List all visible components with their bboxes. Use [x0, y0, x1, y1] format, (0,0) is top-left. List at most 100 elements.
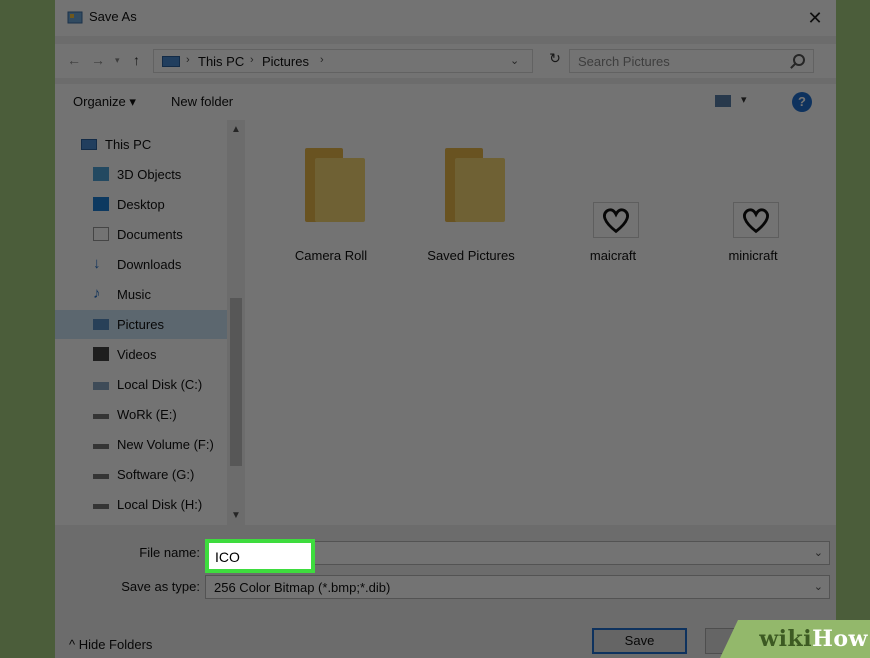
pictures-icon	[93, 319, 109, 330]
chevron-down-icon[interactable]: ▼	[227, 510, 245, 521]
refresh-icon[interactable]: ↻	[543, 50, 567, 72]
file-name-value[interactable]: ICO	[215, 549, 240, 565]
nav-item-new-volume-f[interactable]: New Volume (F:)	[55, 430, 227, 459]
nav-item-pictures[interactable]: Pictures	[55, 310, 227, 339]
desktop-icon	[93, 197, 109, 211]
nav-label: 3D Objects	[117, 167, 182, 182]
navigation-pane: This PC 3D Objects Desktop Documents ↓ D…	[55, 120, 245, 525]
chevron-down-icon[interactable]: ▾	[741, 93, 747, 106]
chevron-down-icon[interactable]: ⌄	[510, 54, 519, 67]
save-as-dialog: Save As ✕ ← → ▾ ↑ › This PC › Pictures ›…	[55, 0, 836, 658]
view-icon[interactable]	[715, 95, 731, 107]
nav-label: Documents	[117, 227, 183, 242]
chevron-down-icon[interactable]: ⌄	[814, 580, 823, 593]
wikihow-watermark: wikiHow	[700, 620, 870, 658]
drive-icon	[93, 474, 109, 479]
file-item-minicraft[interactable]: minicraft	[683, 130, 823, 270]
file-label: maicraft	[589, 248, 637, 263]
nav-item-documents[interactable]: Documents	[55, 220, 227, 249]
nav-label: Music	[117, 287, 151, 302]
file-item-saved-pictures[interactable]: Saved Pictures	[401, 130, 541, 270]
crumb-separator-icon: ›	[320, 54, 324, 66]
pc-icon	[162, 56, 180, 67]
save-button[interactable]: Save	[592, 628, 687, 654]
nav-item-desktop[interactable]: Desktop	[55, 190, 227, 219]
music-icon: ♪	[93, 285, 101, 302]
up-arrow-icon[interactable]: ↑	[133, 52, 140, 68]
file-label: Saved Pictures	[427, 248, 515, 263]
drive-icon	[93, 444, 109, 449]
nav-label: Pictures	[117, 317, 164, 332]
computer-icon	[81, 139, 97, 150]
download-icon: ↓	[93, 255, 101, 272]
file-label: minicraft	[728, 248, 778, 263]
save-type-label: Save as type:	[121, 579, 200, 594]
breadcrumb-this-pc[interactable]: This PC	[198, 54, 244, 69]
nav-item-3d-objects[interactable]: 3D Objects	[55, 160, 227, 189]
breadcrumb-pictures[interactable]: Pictures	[262, 54, 309, 69]
save-type-select[interactable]: 256 Color Bitmap (*.bmp;*.dib) ⌄	[205, 575, 830, 599]
video-icon	[93, 347, 109, 361]
nav-item-downloads[interactable]: ↓ Downloads	[55, 250, 227, 279]
nav-label: Downloads	[117, 257, 182, 272]
title-bar: Save As ✕	[55, 0, 836, 36]
nav-item-this-pc[interactable]: This PC	[55, 130, 227, 159]
forward-icon[interactable]: →	[91, 52, 105, 68]
close-button[interactable]: ✕	[800, 4, 830, 32]
nav-label: WoRk (E:)	[117, 407, 177, 422]
drive-icon	[93, 504, 109, 509]
crumb-separator-icon: ›	[186, 54, 190, 66]
content-area: This PC 3D Objects Desktop Documents ↓ D…	[55, 120, 836, 525]
cube-icon	[93, 167, 109, 181]
help-button[interactable]: ?	[792, 92, 812, 112]
paint-app-icon	[67, 11, 83, 24]
nav-item-local-disk-c[interactable]: Local Disk (C:)	[55, 370, 227, 399]
scrollbar-thumb[interactable]	[230, 298, 242, 466]
file-name-highlight[interactable]: ICO	[205, 539, 315, 573]
heart-image-icon	[593, 202, 639, 238]
nav-label: New Volume (F:)	[117, 437, 214, 452]
folder-icon	[305, 148, 365, 222]
nav-label: Videos	[117, 347, 157, 362]
search-box[interactable]: Search Pictures	[569, 49, 814, 73]
toolbar: Organize ▾ New folder ▾ ?	[55, 84, 836, 120]
chevron-down-icon[interactable]: ⌄	[814, 546, 823, 559]
recent-caret-icon[interactable]: ▾	[115, 55, 120, 66]
file-item-maicraft[interactable]: maicraft	[543, 130, 683, 270]
nav-label: Desktop	[117, 197, 165, 212]
search-icon[interactable]	[793, 54, 805, 66]
nav-item-work-e[interactable]: WoRk (E:)	[55, 400, 227, 429]
chevron-up-icon[interactable]: ▲	[227, 124, 245, 135]
nav-label: Local Disk (C:)	[117, 377, 203, 392]
save-type-value: 256 Color Bitmap (*.bmp;*.dib)	[214, 580, 391, 595]
watermark-how: How	[812, 626, 868, 652]
nav-item-local-disk-h[interactable]: Local Disk (H:)	[55, 490, 227, 519]
back-icon[interactable]: ←	[67, 52, 81, 68]
hide-folders-button[interactable]: ^ Hide Folders	[69, 637, 152, 652]
watermark-wiki: wiki	[759, 626, 813, 652]
nav-label: Local Disk (H:)	[117, 497, 203, 512]
nav-label: Software (G:)	[117, 467, 195, 482]
heart-image-icon	[733, 202, 779, 238]
search-input[interactable]: Search Pictures	[578, 54, 670, 69]
nav-item-software-g[interactable]: Software (G:)	[55, 460, 227, 489]
nav-scrollbar[interactable]: ▲ ▼	[227, 120, 245, 525]
crumb-separator-icon: ›	[250, 54, 254, 66]
nav-label: This PC	[105, 137, 152, 152]
disk-icon	[93, 382, 109, 390]
nav-item-videos[interactable]: Videos	[55, 340, 227, 369]
watermark-text: wikiHow	[759, 626, 868, 652]
organize-button[interactable]: Organize ▾	[73, 94, 136, 110]
document-icon	[93, 227, 109, 241]
file-list: Camera Roll Saved Pictures maicraft mini…	[245, 120, 836, 525]
folder-icon	[445, 148, 505, 222]
file-label: Camera Roll	[294, 248, 368, 263]
nav-item-music[interactable]: ♪ Music	[55, 280, 227, 309]
window-title: Save As	[89, 9, 137, 24]
file-item-camera-roll[interactable]: Camera Roll	[261, 130, 401, 270]
new-folder-button[interactable]: New folder	[171, 94, 233, 109]
address-row: ← → ▾ ↑ › This PC › Pictures › ⌄ ↻ Searc…	[55, 44, 836, 78]
address-bar[interactable]: › This PC › Pictures › ⌄	[153, 49, 533, 73]
drive-icon	[93, 414, 109, 419]
file-name-label: File name:	[139, 545, 200, 560]
